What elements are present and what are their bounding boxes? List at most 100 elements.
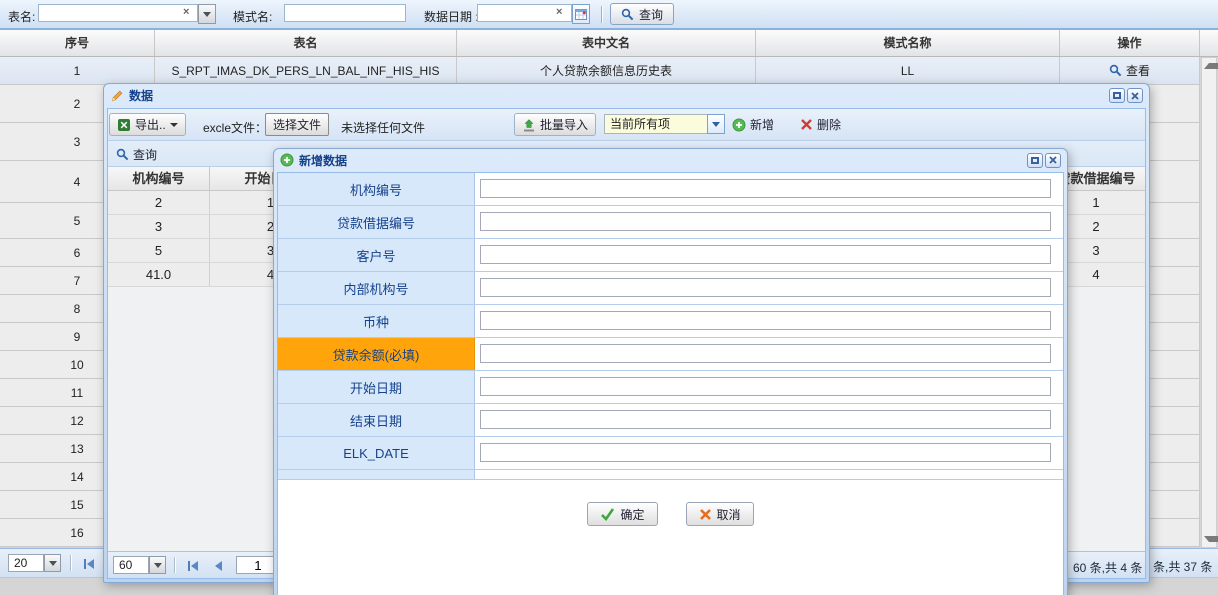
- data-window-titlebar[interactable]: 数据: [104, 84, 1149, 107]
- date-label: 数据日期 :: [424, 8, 479, 25]
- form-row: 贷款借据编号: [278, 206, 1063, 239]
- form-row-partial: [278, 470, 1063, 480]
- header-action[interactable]: 操作: [1060, 30, 1200, 56]
- scroll-down-icon[interactable]: [1204, 536, 1218, 542]
- field-input[interactable]: [480, 245, 1051, 264]
- field-input[interactable]: [480, 179, 1051, 198]
- query-button[interactable]: 查询: [610, 3, 674, 25]
- close-icon[interactable]: [1045, 153, 1061, 168]
- table-name-label: 表名:: [8, 8, 35, 25]
- calendar-glyph: [575, 8, 587, 20]
- excel-icon: [117, 118, 131, 132]
- main-pager-status: 条,共 37 条: [1153, 558, 1212, 575]
- red-x-icon: [800, 118, 813, 131]
- field-input[interactable]: [480, 311, 1051, 330]
- maximize-icon[interactable]: [1027, 153, 1043, 168]
- dialog-buttons: 确定 取消: [278, 502, 1063, 526]
- chevron-down-icon: [170, 123, 178, 127]
- field-input[interactable]: [480, 410, 1051, 429]
- schema-label: 模式名:: [233, 8, 272, 25]
- main-toolbar: 表名: × 模式名: 数据日期 : × 查询: [0, 0, 1218, 30]
- data-query-button[interactable]: 查询: [116, 146, 157, 163]
- field-label: 结束日期: [278, 404, 475, 436]
- field-input[interactable]: [480, 278, 1051, 297]
- form-row: 机构编号: [278, 173, 1063, 206]
- table-row-selected[interactable]: 1 S_RPT_IMAS_DK_PERS_LN_BAL_INF_HIS_HIS …: [0, 57, 1200, 85]
- add-button[interactable]: 新增: [732, 116, 774, 133]
- ok-button[interactable]: 确定: [587, 502, 657, 526]
- search-icon: [116, 148, 129, 161]
- col-org-no[interactable]: 机构编号: [108, 167, 210, 190]
- data-toolbar: 导出.. excle文件： 选择文件 未选择任何文件 批量导入 当前所有项: [108, 109, 1145, 141]
- data-window-title: 数据: [129, 87, 153, 104]
- form-row: 客户号: [278, 239, 1063, 272]
- form-row: 币种: [278, 305, 1063, 338]
- table-name-combo-input[interactable]: [38, 4, 198, 22]
- header-name[interactable]: 表名: [155, 30, 457, 56]
- delete-button[interactable]: 删除: [800, 116, 841, 133]
- data-page-size-combo[interactable]: 60: [113, 556, 149, 574]
- calendar-icon[interactable]: [572, 4, 590, 24]
- field-label: 贷款余额(必填): [278, 338, 475, 370]
- first-page-icon[interactable]: [82, 557, 96, 571]
- orange-x-icon: [699, 508, 712, 521]
- field-label: ELK_DATE: [278, 437, 475, 469]
- close-icon[interactable]: [1127, 88, 1143, 103]
- field-input[interactable]: [480, 344, 1051, 363]
- add-form: 机构编号 贷款借据编号 客户号 内部机构号 币种 贷款余额(必填) 开始日期 结…: [278, 173, 1063, 470]
- add-window-titlebar[interactable]: 新增数据: [274, 149, 1067, 171]
- field-label: 内部机构号: [278, 272, 475, 304]
- batch-import-button[interactable]: 批量导入: [514, 113, 596, 136]
- no-file-text: 未选择任何文件: [341, 119, 425, 136]
- pencil-icon: [110, 89, 124, 103]
- search-icon: [1109, 64, 1122, 77]
- schema-input[interactable]: [284, 4, 406, 22]
- vertical-scrollbar[interactable]: [1201, 57, 1217, 548]
- form-row: 开始日期: [278, 371, 1063, 404]
- cancel-button[interactable]: 取消: [686, 502, 754, 526]
- export-button[interactable]: 导出..: [109, 113, 186, 136]
- header-schema[interactable]: 模式名称: [756, 30, 1060, 56]
- table-name-combo-trigger[interactable]: [198, 4, 216, 24]
- field-input[interactable]: [480, 212, 1051, 231]
- toolbar-separator: [601, 6, 603, 23]
- prev-page-icon[interactable]: [212, 559, 224, 573]
- add-data-window: 新增数据 机构编号 贷款借据编号 客户号 内部机构号 币种 贷款余额(必填: [273, 148, 1068, 595]
- row-view-link[interactable]: 查看: [1060, 57, 1200, 84]
- upload-icon: [522, 118, 536, 132]
- plus-circle-icon: [280, 153, 294, 167]
- page-size-combo[interactable]: 20: [8, 554, 44, 572]
- field-label: 贷款借据编号: [278, 206, 475, 238]
- scope-combo[interactable]: 当前所有项: [604, 114, 708, 134]
- field-label: 开始日期: [278, 371, 475, 403]
- first-page-icon[interactable]: [186, 559, 200, 573]
- main-table-header: 序号 表名 表中文名 模式名称 操作: [0, 30, 1218, 57]
- form-row: 贷款余额(必填): [278, 338, 1063, 371]
- header-seq[interactable]: 序号: [0, 30, 155, 56]
- pager-separator: [174, 557, 176, 573]
- plus-circle-icon: [732, 118, 746, 132]
- search-icon: [621, 8, 634, 21]
- form-row: 结束日期: [278, 404, 1063, 437]
- header-cnname[interactable]: 表中文名: [457, 30, 756, 56]
- page-size-trigger[interactable]: [44, 554, 61, 572]
- field-label: 客户号: [278, 239, 475, 271]
- scroll-up-icon[interactable]: [1204, 63, 1218, 69]
- excel-file-label: excle文件：: [203, 119, 267, 136]
- form-row: ELK_DATE: [278, 437, 1063, 470]
- check-icon: [600, 508, 615, 521]
- data-page-size-trigger[interactable]: [149, 556, 166, 574]
- scope-combo-trigger[interactable]: [707, 114, 725, 134]
- data-pager-status: 60 条,共 4 条: [1073, 559, 1142, 576]
- field-input[interactable]: [480, 377, 1051, 396]
- choose-file-button[interactable]: 选择文件: [265, 113, 329, 136]
- field-label: 币种: [278, 305, 475, 337]
- maximize-icon[interactable]: [1109, 88, 1125, 103]
- field-input[interactable]: [480, 443, 1051, 462]
- clear-icon[interactable]: ×: [556, 7, 562, 18]
- add-window-title: 新增数据: [299, 152, 347, 169]
- field-label: 机构编号: [278, 173, 475, 205]
- form-row: 内部机构号: [278, 272, 1063, 305]
- add-window-body: 机构编号 贷款借据编号 客户号 内部机构号 币种 贷款余额(必填) 开始日期 结…: [277, 172, 1064, 595]
- clear-icon[interactable]: ×: [183, 7, 189, 18]
